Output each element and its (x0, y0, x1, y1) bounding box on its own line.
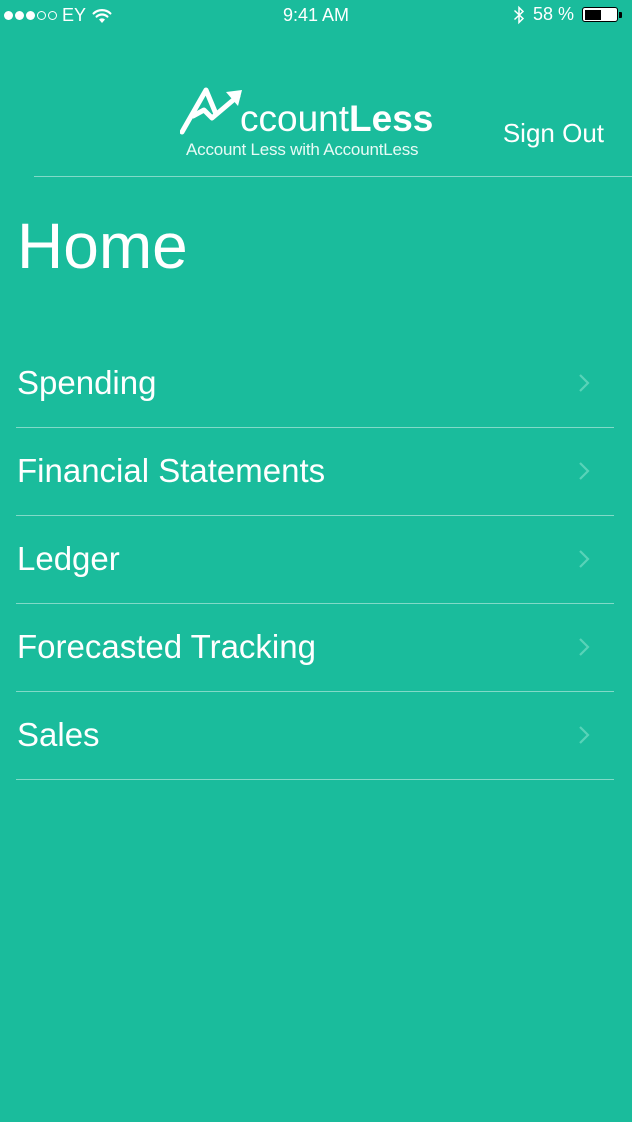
menu-item-ledger[interactable]: Ledger (16, 516, 614, 604)
chevron-right-icon (579, 462, 590, 480)
menu-item-label: Forecasted Tracking (17, 628, 316, 665)
menu-item-sales[interactable]: Sales (16, 692, 614, 780)
menu-item-financial-statements[interactable]: Financial Statements (16, 428, 614, 516)
menu-item-forecasted-tracking[interactable]: Forecasted Tracking (16, 604, 614, 692)
chevron-right-icon (579, 638, 590, 656)
nav-divider (34, 176, 632, 177)
logo-text-bold: Less (349, 98, 434, 139)
battery-level (584, 9, 602, 20)
logo-wordmark: ccountLess (240, 100, 433, 137)
menu-item-label: Ledger (17, 540, 120, 577)
chevron-right-icon (579, 726, 590, 744)
menu-item-label: Sales (17, 716, 100, 753)
logo-text-light: ccount (240, 98, 350, 139)
page-title: Home (17, 210, 188, 282)
sign-out-button[interactable]: Sign Out (503, 120, 604, 146)
chevron-right-icon (579, 550, 590, 568)
menu-item-label: Financial Statements (17, 452, 326, 489)
logo-a-arrow-icon (180, 87, 242, 135)
home-menu-list: Spending Financial Statements Ledger For… (16, 340, 614, 780)
menu-item-spending[interactable]: Spending (16, 340, 614, 428)
menu-item-label: Spending (17, 364, 157, 401)
battery-percent: 58 % (532, 4, 574, 24)
bluetooth-icon (513, 5, 525, 24)
logo-tagline: Account Less with AccountLess (186, 140, 419, 159)
status-bar: EY 9:41 AM 58 % (0, 0, 632, 32)
chevron-right-icon (579, 374, 590, 392)
app-screen: EY 9:41 AM 58 % ccountLess Account Less … (0, 0, 632, 1122)
app-logo: ccountLess Account Less with AccountLess (180, 86, 455, 164)
screen-edge (632, 0, 636, 1122)
status-right: 58 % (513, 4, 622, 25)
battery-icon (582, 7, 622, 22)
